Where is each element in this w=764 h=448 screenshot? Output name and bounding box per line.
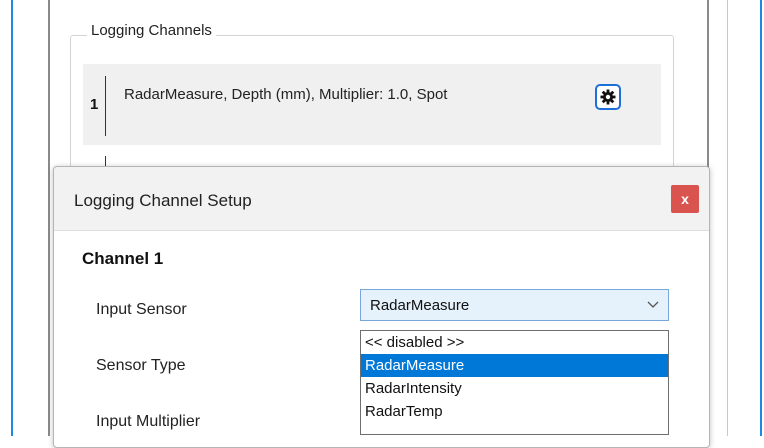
dropdown-option[interactable]: RadarTemp	[361, 400, 668, 423]
input-multiplier-label: Input Multiplier	[96, 413, 201, 430]
dropdown-option[interactable]: << disabled >>	[361, 331, 668, 354]
close-icon: x	[681, 191, 689, 207]
left-panel-divider	[48, 0, 50, 436]
logging-channels-title: Logging Channels	[87, 22, 216, 39]
close-button[interactable]: x	[671, 185, 699, 213]
input-sensor-dropdown-list: << disabled >> RadarMeasure RadarIntensi…	[360, 330, 669, 435]
dialog-title: Logging Channel Setup	[74, 191, 252, 210]
row-divider	[105, 76, 106, 136]
dropdown-option-selected[interactable]: RadarMeasure	[361, 354, 668, 377]
channel-settings-button[interactable]	[595, 84, 621, 110]
channel-number: 1	[90, 96, 99, 113]
channel-row[interactable]: 1 RadarMeasure, Depth (mm), Multiplier: …	[83, 64, 661, 145]
channel-section-title: Channel 1	[82, 249, 164, 268]
input-sensor-select[interactable]: RadarMeasure	[360, 289, 669, 321]
chevron-down-icon	[647, 301, 659, 308]
dropdown-option[interactable]: RadarIntensity	[361, 377, 668, 400]
input-sensor-label: Input Sensor	[96, 301, 187, 318]
sensor-type-label: Sensor Type	[96, 357, 186, 374]
dialog-header: Logging Channel Setup x	[54, 167, 709, 231]
gear-icon	[600, 89, 616, 105]
input-sensor-value: RadarMeasure	[370, 297, 470, 314]
right-scroll-edge	[727, 0, 728, 436]
channel-description: RadarMeasure, Depth (mm), Multiplier: 1.…	[124, 86, 448, 103]
logging-channel-setup-dialog: Logging Channel Setup x Channel 1 Input …	[53, 166, 710, 448]
